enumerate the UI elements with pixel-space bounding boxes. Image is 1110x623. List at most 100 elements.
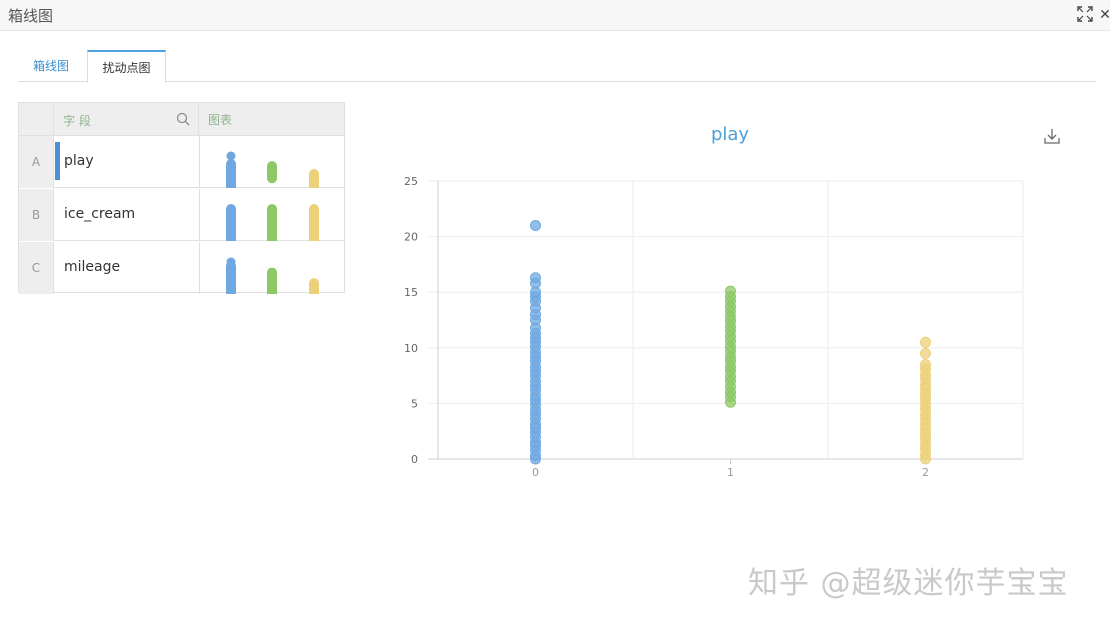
data-point — [530, 419, 541, 431]
data-point — [725, 315, 736, 327]
data-point — [725, 381, 736, 393]
data-point — [530, 351, 541, 363]
field-table: 字段 图表 A play B ice_cream C mileage — [18, 102, 345, 294]
chart-header-label: 图表 — [208, 113, 233, 127]
data-point — [725, 355, 736, 367]
data-point — [530, 327, 541, 339]
field-row-ice-cream[interactable]: B ice_cream — [19, 189, 344, 241]
data-point — [530, 336, 541, 348]
data-point — [530, 370, 541, 382]
data-point — [725, 321, 736, 333]
data-point — [920, 358, 931, 370]
data-point — [725, 371, 736, 383]
expand-icon-svg — [1077, 6, 1093, 22]
data-point — [725, 365, 736, 377]
data-point — [530, 332, 541, 344]
data-point — [530, 375, 541, 387]
window-titlebar: 箱线图 ✕ — [0, 0, 1110, 31]
data-point — [725, 391, 736, 403]
data-point — [530, 440, 541, 452]
data-point — [920, 449, 931, 461]
tab-jitter-plot[interactable]: 扰动点图 — [87, 50, 166, 83]
x-tick-label: 0 — [532, 466, 539, 479]
field-row-play[interactable]: A play — [19, 136, 344, 188]
data-point — [920, 363, 931, 375]
data-point — [530, 384, 541, 396]
data-point — [725, 295, 736, 307]
series-2 — [920, 336, 931, 465]
data-point — [920, 378, 931, 390]
data-point — [725, 291, 736, 303]
row-index: B — [19, 189, 54, 241]
field-name-cell: mileage — [55, 242, 200, 294]
tab-boxplot[interactable]: 箱线图 — [18, 50, 84, 82]
data-point — [920, 429, 931, 441]
data-point — [530, 431, 541, 443]
data-point — [725, 301, 736, 313]
series-1 — [725, 285, 736, 408]
field-table-header: 字段 图表 — [19, 103, 344, 136]
y-tick-label: 10 — [404, 342, 418, 355]
data-point — [725, 345, 736, 357]
data-point — [530, 422, 541, 434]
y-tick-label: 25 — [404, 175, 418, 188]
data-point — [920, 439, 931, 451]
data-point — [530, 444, 541, 456]
expand-icon[interactable] — [1076, 6, 1094, 24]
close-icon[interactable]: ✕ — [1096, 6, 1110, 24]
data-point — [530, 453, 541, 465]
field-header-cell: 字段 — [55, 103, 199, 136]
data-point — [920, 413, 931, 425]
x-tick-label: 1 — [727, 466, 734, 479]
selected-indicator — [55, 142, 60, 180]
data-point — [920, 433, 931, 445]
data-point — [530, 272, 541, 284]
data-point — [530, 436, 541, 448]
data-point — [920, 373, 931, 385]
download-icon[interactable] — [1043, 127, 1061, 145]
mini-chart-ice-cream — [226, 204, 319, 241]
data-point — [920, 453, 931, 465]
data-point — [920, 383, 931, 395]
data-point — [530, 346, 541, 358]
data-point — [530, 355, 541, 367]
data-point — [920, 403, 931, 415]
series-0 — [530, 219, 541, 465]
data-point — [920, 399, 931, 411]
y-tick-label: 5 — [411, 397, 418, 410]
field-row-mileage[interactable]: C mileage — [19, 242, 344, 294]
view-tabs: 箱线图 扰动点图 — [18, 50, 1096, 83]
data-point — [725, 331, 736, 343]
data-point — [725, 386, 736, 398]
data-point — [530, 302, 541, 314]
field-name: mileage — [64, 259, 121, 275]
data-point — [530, 450, 541, 462]
search-icon[interactable] — [176, 112, 190, 126]
field-name: ice_cream — [64, 206, 136, 222]
data-point — [920, 336, 931, 348]
data-point — [920, 423, 931, 435]
index-header-cell — [19, 103, 54, 136]
data-point — [530, 277, 541, 289]
jitter-plot: 0 5 10 15 20 25 0 1 2 — [404, 175, 1024, 479]
watermark: 知乎 @超级迷你芋宝宝 — [748, 566, 1069, 601]
mini-chart-play — [226, 151, 319, 188]
chart-header-cell: 图表 — [200, 103, 344, 136]
y-tick-label: 15 — [404, 286, 418, 299]
mini-chart-mileage — [226, 257, 319, 294]
data-point — [530, 413, 541, 425]
data-point — [920, 443, 931, 455]
data-point — [530, 308, 541, 320]
data-point — [530, 390, 541, 402]
data-point — [725, 351, 736, 363]
data-point — [530, 314, 541, 326]
x-tick-label: 2 — [922, 466, 929, 479]
data-point — [920, 347, 931, 359]
data-point — [725, 305, 736, 317]
mini-outlier — [226, 257, 236, 267]
field-name-cell: ice_cream — [55, 189, 200, 241]
data-point — [725, 325, 736, 337]
data-point — [530, 361, 541, 373]
data-point — [725, 311, 736, 323]
data-point — [725, 396, 736, 408]
